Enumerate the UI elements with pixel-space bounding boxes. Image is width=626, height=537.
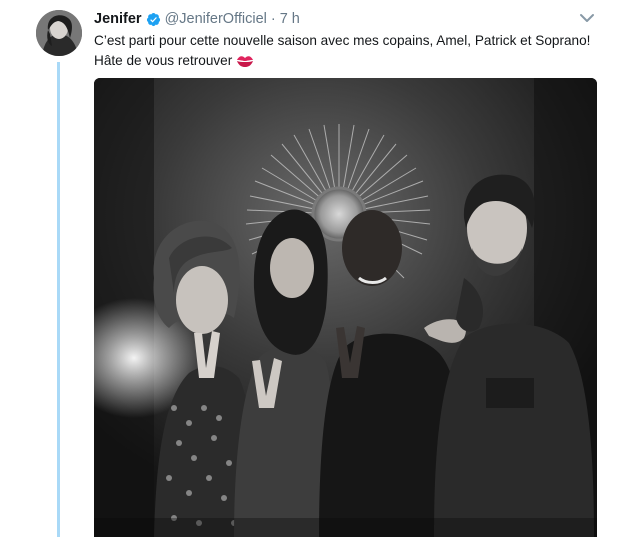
tweet[interactable]: Jenifer @JeniferOfficiel · 7 h C’est par… — [0, 0, 626, 537]
tweet-photo[interactable] — [94, 78, 597, 537]
display-name[interactable]: Jenifer — [94, 11, 142, 27]
tweet-text: C’est parti pour cette nouvelle saison a… — [94, 31, 614, 71]
verified-badge-icon — [146, 12, 161, 27]
timestamp[interactable]: 7 h — [280, 11, 300, 27]
kiss-mark-icon — [236, 54, 254, 68]
tweet-header: Jenifer @JeniferOfficiel · 7 h — [94, 9, 300, 29]
thread-line — [57, 62, 60, 537]
tweet-text-line-1: C’est parti pour cette nouvelle saison a… — [94, 33, 591, 48]
header-separator: · — [270, 11, 276, 27]
chevron-down-icon[interactable] — [578, 11, 596, 25]
tweet-text-line-2: Hâte de vous retrouver — [94, 53, 233, 68]
user-handle[interactable]: @JeniferOfficiel — [165, 11, 267, 27]
avatar[interactable] — [36, 10, 82, 56]
